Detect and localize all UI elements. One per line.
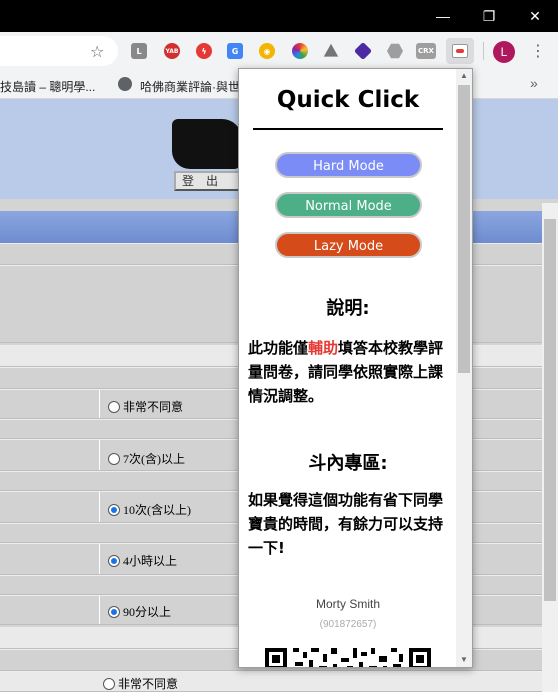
option-label: 4小時以上 — [123, 554, 178, 568]
donate-heading: 斗內專區: — [308, 453, 388, 474]
radio-button[interactable] — [108, 401, 120, 413]
bookmark-star-icon[interactable]: ☆ — [90, 42, 104, 62]
restore-button[interactable]: ❐ — [466, 0, 512, 32]
bookmark-item[interactable]: 技島讀 – 聰明學... — [0, 78, 95, 95]
radio-button-selected[interactable] — [108, 504, 120, 516]
quick-click-extension-button[interactable] — [446, 38, 474, 64]
popup-title: Quick Click — [276, 87, 420, 113]
highlight-text: 輔助 — [308, 339, 339, 357]
option-label: 7次(含)以上 — [123, 452, 185, 466]
radio-option[interactable]: 非常不同意 — [103, 675, 178, 692]
toolbar-separator — [483, 42, 484, 60]
profile-avatar[interactable]: L — [493, 41, 515, 63]
radio-button-selected[interactable] — [108, 606, 120, 618]
normal-mode-button[interactable]: Normal Mode — [275, 192, 422, 218]
bookmark-item[interactable]: 哈佛商業評論·與世 — [140, 78, 240, 95]
option-label: 非常不同意 — [118, 677, 179, 691]
explain-heading: 說明: — [326, 298, 370, 319]
lazy-mode-button[interactable]: Lazy Mode — [275, 232, 422, 258]
extension-gem-icon[interactable] — [353, 41, 373, 61]
close-button[interactable]: ✕ — [512, 0, 558, 32]
radio-button[interactable] — [103, 678, 115, 690]
title-divider — [253, 128, 443, 130]
radio-button-selected[interactable] — [108, 555, 120, 567]
extension-hex-icon[interactable] — [387, 43, 403, 59]
extension-adblock-icon[interactable]: ϟ — [196, 43, 212, 59]
page-scrollbar-thumb[interactable] — [544, 219, 556, 601]
extension-crx-icon[interactable]: CRX — [416, 43, 436, 59]
radio-option[interactable]: 7次(含)以上 — [108, 450, 185, 467]
extension-color-picker-icon[interactable] — [292, 43, 308, 59]
extension-yab-icon[interactable]: YAB — [164, 43, 180, 59]
window-titlebar: — ❐ ✕ — [0, 0, 558, 32]
radio-button[interactable] — [108, 453, 120, 465]
minimize-button[interactable]: — — [420, 0, 466, 32]
scroll-down-icon[interactable]: ▼ — [460, 655, 468, 664]
option-label: 非常不同意 — [123, 400, 184, 414]
option-label: 90分以上 — [123, 605, 172, 619]
table-row: 非常不同意 — [0, 671, 542, 692]
hard-mode-button[interactable]: Hard Mode — [275, 152, 422, 178]
quick-click-icon — [452, 44, 468, 58]
extension-owl-icon[interactable]: ◉ — [259, 43, 275, 59]
radio-option[interactable]: 非常不同意 — [108, 398, 183, 415]
author-id: (901872657) — [319, 619, 377, 630]
quick-click-popup: Quick Click Hard Mode Normal Mode Lazy M… — [238, 68, 473, 668]
menu-kebab-icon[interactable]: ⋮ — [530, 41, 546, 61]
bookmarks-overflow-button[interactable]: » — [530, 75, 538, 91]
extension-drive-icon[interactable] — [323, 43, 339, 57]
donate-text: 如果覺得這個功能有省下同學寶貴的時間，有餘力可以支持一下! — [248, 491, 444, 557]
radio-option[interactable]: 10次(含以上) — [108, 501, 191, 518]
radio-option[interactable]: 4小時以上 — [108, 552, 177, 569]
popup-scrollbar-thumb[interactable] — [458, 85, 470, 373]
scroll-up-icon[interactable]: ▲ — [460, 71, 468, 80]
globe-icon — [118, 77, 132, 91]
extension-translate-icon[interactable]: G — [227, 43, 243, 59]
browser-toolbar: ☆ L YAB ϟ G ◉ CRX L ⋮ — [0, 32, 558, 71]
site-logo — [172, 119, 242, 169]
option-label: 10次(含以上) — [123, 503, 191, 517]
extension-l-icon[interactable]: L — [131, 43, 147, 59]
logout-button[interactable]: 登出 — [174, 171, 240, 191]
radio-option[interactable]: 90分以上 — [108, 603, 171, 620]
explain-text: 此功能僅輔助填答本校教學評量問卷，請同學依照實際上課情況調整。 — [248, 339, 444, 405]
author-name: Morty Smith — [315, 597, 380, 611]
donation-qr-code — [265, 648, 431, 667]
